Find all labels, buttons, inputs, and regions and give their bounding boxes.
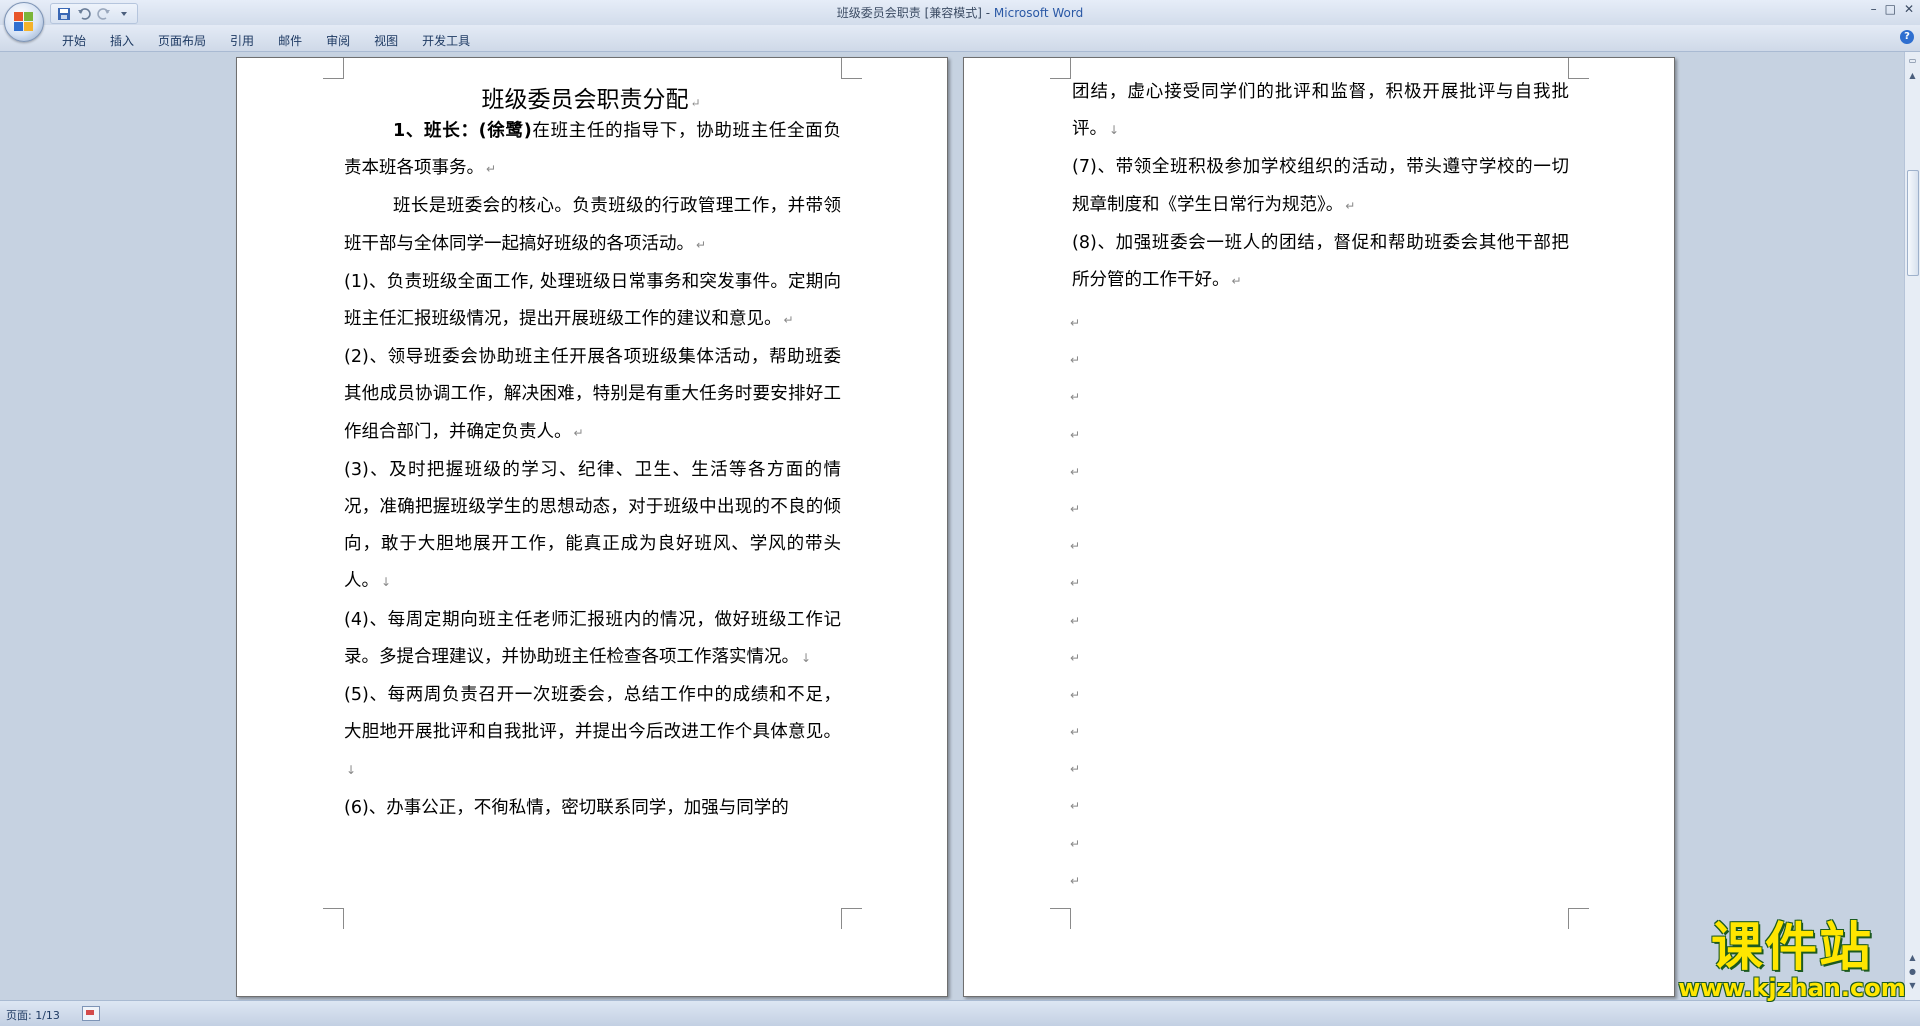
- paragraph-mark: ↵: [1070, 762, 1081, 777]
- vertical-scrollbar[interactable]: ▭ ▲ ▲ ● ▼: [1904, 52, 1920, 1000]
- scrollbar-thumb[interactable]: [1907, 170, 1919, 276]
- crop-mark: [323, 908, 344, 929]
- paragraph: (2)、领导班委会协助班主任开展各项班级集体活动，帮助班委其他成员协调工作，解决…: [344, 339, 841, 452]
- monitor-heading: 1、班长：(徐鹭): [393, 121, 532, 141]
- crop-mark: [841, 908, 862, 929]
- paragraph: (7)、带领全班积极参加学校组织的活动，带头遵守学校的一切规章制度和《学生日常行…: [1072, 149, 1569, 224]
- paragraph: (3)、及时把握班级的学习、纪律、卫生、生活等各方面的情况，准确把握班级学生的思…: [344, 452, 841, 602]
- document-title-text: 班级委员会职责分配: [481, 87, 689, 113]
- document-title: 班级委员会职责分配 ↵: [236, 80, 946, 114]
- paragraph-mark: ↵: [1070, 316, 1081, 330]
- window-title: 班级委员会职责 [兼容模式] - Microsoft Word: [0, 4, 1920, 21]
- paragraph-text: (5)、每两周负责召开一次班委会，总结工作中的成绩和不足，大胆地开展批评和自我批…: [344, 685, 841, 743]
- crop-mark: [1568, 58, 1589, 79]
- paragraph-mark: ↵: [1070, 836, 1081, 851]
- macro-recording-icon[interactable]: [82, 1006, 100, 1021]
- crop-mark: [1050, 908, 1071, 929]
- paragraph-mark: ↵: [1070, 799, 1081, 814]
- paragraph-mark: ↵: [1070, 539, 1081, 554]
- paragraph-mark: ↵: [486, 162, 497, 177]
- minimize-button[interactable]: –: [1871, 2, 1877, 16]
- paragraph: (6)、办事公正，不徇私情，密切联系同学，加强与同学的: [344, 790, 841, 827]
- close-button[interactable]: ✕: [1904, 2, 1914, 16]
- paragraph: (5)、每两周负责召开一次班委会，总结工作中的成绩和不足，大胆地开展批评和自我批…: [344, 677, 841, 790]
- watermark-url: www.kjzhan.com: [1678, 974, 1906, 1002]
- paragraph: 团结，虚心接受同学们的批评和监督，积极开展批评与自我批评。 ↓: [1072, 74, 1569, 149]
- line-break-mark: ↓: [346, 763, 357, 778]
- paragraph: (1)、负责班级全面工作, 处理班级日常事务和突发事件。定期向班主任汇报班级情况…: [344, 264, 841, 339]
- paragraph-text: (3)、及时把握班级的学习、纪律、卫生、生活等各方面的情况，准确把握班级学生的思…: [344, 459, 841, 592]
- paragraph: 1、班长：(徐鹭)在班主任的指导下，协助班主任全面负责本班各项事务。 ↵: [344, 113, 841, 188]
- title-bar: 班级委员会职责 [兼容模式] - Microsoft Word – □ ✕: [0, 0, 1920, 42]
- tab-mailings[interactable]: 邮件: [266, 30, 314, 51]
- line-break-mark: ↓: [1109, 123, 1120, 138]
- crop-mark: [841, 58, 862, 79]
- scroll-up-icon[interactable]: ▲: [1907, 70, 1918, 81]
- line-break-mark: ↓: [801, 650, 812, 665]
- paragraph-mark: ↵: [1070, 873, 1081, 888]
- paragraph-mark: ↵: [1070, 650, 1081, 665]
- paragraph-mark: ↵: [1070, 464, 1081, 479]
- ribbon-tab-bar: 开始 插入 页面布局 引用 邮件 审阅 视图 开发工具 ?: [0, 25, 1920, 52]
- paragraph-text: (2)、领导班委会协助班主任开展各项班级集体活动，帮助班委其他成员协调工作，解决…: [344, 347, 841, 442]
- paragraph-mark: ↵: [1070, 687, 1081, 702]
- tab-home[interactable]: 开始: [50, 30, 98, 51]
- paragraph-mark: ↵: [1070, 613, 1081, 628]
- app-name: Microsoft Word: [993, 6, 1084, 20]
- tab-developer[interactable]: 开发工具: [410, 30, 482, 51]
- paragraph-mark: ↵: [1070, 427, 1081, 442]
- paragraph-mark: ↵: [690, 96, 701, 110]
- crop-mark: [323, 58, 344, 79]
- paragraph-text: (8)、加强班委会一班人的团结，督促和帮助班委会其他干部把所分管的工作干好。: [1072, 232, 1569, 291]
- page-2-body: 团结，虚心接受同学们的批评和监督，积极开展批评与自我批评。 ↓ (7)、带领全班积…: [1072, 74, 1569, 300]
- paragraph-mark: ↵: [1345, 198, 1356, 213]
- paragraph-text: 班长是班委会的核心。负责班级的行政管理工作，并带领班干部与全体同学一起搞好班级的…: [344, 196, 841, 254]
- tab-insert[interactable]: 插入: [98, 30, 146, 51]
- paragraph-mark: ↵: [1070, 353, 1081, 368]
- watermark-name: 课件站: [1710, 918, 1873, 978]
- line-break-mark: ↓: [381, 575, 392, 590]
- page-1-body: 1、班长：(徐鹭)在班主任的指导下，协助班主任全面负责本班各项事务。 ↵ 班长是班…: [344, 113, 841, 827]
- document-name: 班级委员会职责 [兼容模式] -: [836, 6, 994, 20]
- tab-review[interactable]: 审阅: [314, 30, 362, 51]
- office-logo-icon: [14, 12, 34, 32]
- ribbon-tabs: 开始 插入 页面布局 引用 邮件 审阅 视图 开发工具: [50, 30, 482, 51]
- paragraph-text: (6)、办事公正，不徇私情，密切联系同学，加强与同学的: [344, 797, 789, 818]
- paragraph-mark: ↵: [1231, 274, 1242, 289]
- window-controls: – □ ✕: [1871, 2, 1914, 16]
- help-icon[interactable]: ?: [1900, 30, 1914, 44]
- paragraph: (8)、加强班委会一班人的团结，督促和帮助班委会其他干部把所分管的工作干好。 ↵: [1072, 225, 1569, 300]
- paragraph: (4)、每周定期向班主任老师汇报班内的情况，做好班级工作记录。多提合理建议，并协…: [344, 602, 841, 677]
- paragraph-mark: ↵: [1070, 576, 1081, 591]
- paragraph-mark: ↵: [696, 237, 707, 252]
- page-count-status[interactable]: 页面: 1/13: [6, 1007, 60, 1023]
- paragraph: 班长是班委会的核心。负责班级的行政管理工作，并带领班干部与全体同学一起搞好班级的…: [344, 188, 841, 263]
- tab-references[interactable]: 引用: [218, 30, 266, 51]
- paragraph-mark: ↵: [573, 425, 584, 440]
- paragraph-text: 团结，虚心接受同学们的批评和监督，积极开展批评与自我批评。: [1072, 82, 1569, 140]
- paragraph-text: (4)、每周定期向班主任老师汇报班内的情况，做好班级工作记录。多提合理建议，并协…: [344, 609, 841, 667]
- status-bar: 页面: 1/13: [0, 1000, 1920, 1026]
- ruler-toggle-icon[interactable]: ▭: [1907, 55, 1918, 66]
- crop-mark: [1568, 908, 1589, 929]
- paragraph-mark: ↵: [1070, 725, 1081, 740]
- paragraph-mark: ↵: [1070, 501, 1081, 516]
- paragraph-mark: ↵: [783, 313, 794, 328]
- paragraph-mark: ↵: [1070, 390, 1081, 405]
- tab-view[interactable]: 视图: [362, 30, 410, 51]
- site-watermark: 课件站 www.kjzhan.com: [1668, 920, 1916, 1002]
- office-button[interactable]: [4, 2, 44, 42]
- empty-paragraph-marks: ↵ ↵ ↵ ↵ ↵ ↵ ↵ ↵ ↵ ↵ ↵ ↵ ↵ ↵ ↵ ↵: [1070, 305, 1080, 900]
- maximize-button[interactable]: □: [1885, 2, 1896, 16]
- tab-page-layout[interactable]: 页面布局: [146, 30, 218, 51]
- paragraph-text: (7)、带领全班积极参加学校组织的活动，带头遵守学校的一切规章制度和《学生日常行…: [1072, 157, 1569, 215]
- crop-mark: [1050, 58, 1071, 79]
- paragraph-text: (1)、负责班级全面工作, 处理班级日常事务和突发事件。定期向班主任汇报班级情况…: [344, 271, 841, 330]
